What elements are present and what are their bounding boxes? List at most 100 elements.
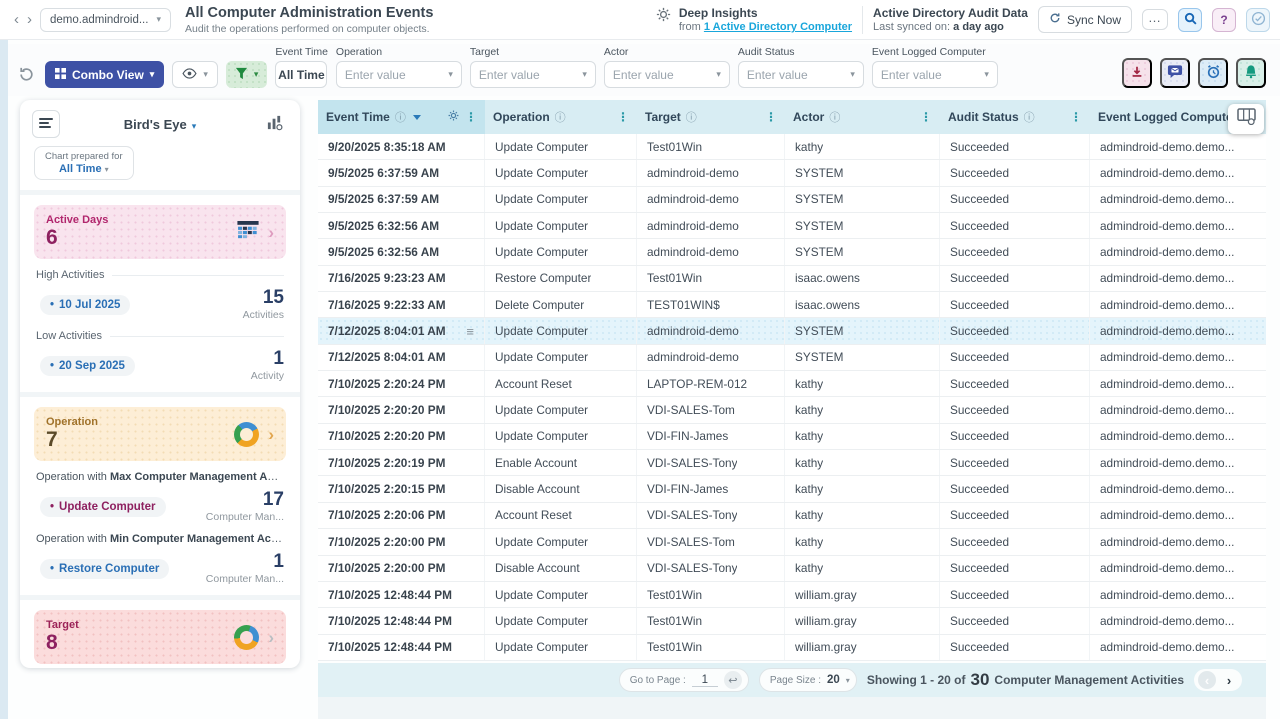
column-chooser-button[interactable] [1228,104,1264,134]
table-row[interactable]: 9/5/2025 6:32:56 AMUpdate Computeradmind… [318,213,1266,239]
alarm-clock-icon [1206,64,1221,82]
column-menu-icon[interactable]: ⋮ [765,110,777,124]
column-label: Event Time [326,110,390,124]
feedback-button[interactable] [1160,58,1190,88]
chart-list-button[interactable] [32,110,60,138]
active-days-card[interactable]: Active Days 6 › [34,205,286,259]
audit-status-filter-select[interactable]: Enter value ▾ [738,61,864,88]
high-activity-date-link[interactable]: • 10 Jul 2025 [40,295,130,315]
table-row[interactable]: 7/10/2025 2:20:20 PMUpdate ComputerVDI-F… [318,424,1266,450]
column-header-actor[interactable]: Actor ⓘ ⋮ [785,100,940,134]
table-row[interactable]: 7/10/2025 12:48:44 PMUpdate ComputerTest… [318,635,1266,661]
column-header-operation[interactable]: Operation ⓘ ⋮ [485,100,637,134]
events-grid: Event Time ⓘ ⋮ Operation ⓘ ⋮ Target ⓘ ⋮ … [318,100,1266,661]
placeholder: Enter value [881,68,942,82]
sync-now-button[interactable]: Sync Now [1038,6,1132,33]
max-operation-unit: Computer Man... [206,511,284,523]
column-menu-icon[interactable]: ⋮ [1070,110,1082,124]
table-cell: 7/10/2025 2:20:15 PM [318,476,485,501]
column-menu-icon[interactable]: ⋮ [920,110,932,124]
active-days-value: 6 [46,226,108,250]
table-cell: 7/10/2025 2:20:19 PM [318,450,485,475]
column-gear-icon[interactable] [447,109,460,125]
goto-page-submit-button[interactable]: ↩ [724,671,742,689]
column-header-event-time[interactable]: Event Time ⓘ ⋮ [318,100,485,134]
table-row[interactable]: 7/16/2025 9:22:33 AMDelete ComputerTEST0… [318,292,1266,318]
filter-button[interactable]: ▾ [226,61,268,88]
insights-sidebar: Bird's Eye▾ Chart prepared for All Time … [20,100,300,668]
table-row[interactable]: 7/10/2025 12:48:44 PMUpdate ComputerTest… [318,582,1266,608]
chevron-right-icon: › [268,426,274,443]
notification-bell-button[interactable] [1236,58,1266,88]
table-row[interactable]: 9/5/2025 6:32:56 AMUpdate Computeradmind… [318,239,1266,265]
more-options-button[interactable]: … [1142,9,1168,30]
table-row[interactable]: 7/10/2025 2:20:24 PMAccount ResetLAPTOP-… [318,371,1266,397]
nav-forward-button[interactable]: › [23,10,36,29]
filter-label: Event Logged Computer [872,46,998,58]
table-cell: kathy [785,476,940,501]
next-page-button[interactable]: › [1220,671,1238,689]
help-button[interactable]: ? [1212,8,1236,32]
bell-icon [1244,64,1258,82]
target-filter-select[interactable]: Enter value ▾ [470,61,596,88]
reset-history-button[interactable] [18,61,35,88]
table-row[interactable]: 9/5/2025 6:37:59 AMUpdate Computeradmind… [318,160,1266,186]
table-row[interactable]: 7/10/2025 2:20:15 PMDisable AccountVDI-F… [318,476,1266,502]
table-row[interactable]: 7/16/2025 9:23:23 AMRestore ComputerTest… [318,266,1266,292]
total-count: 30 [970,670,989,690]
table-row[interactable]: 7/12/2025 8:04:01 AMUpdate Computeradmin… [318,345,1266,371]
tenant-selector[interactable]: demo.admindroid... ▾ [40,8,171,32]
table-row[interactable]: 7/10/2025 12:48:44 PMUpdate ComputerTest… [318,608,1266,634]
low-activity-date-link[interactable]: • 20 Sep 2025 [40,356,135,376]
high-activity-count: 15 [243,288,284,307]
row-handle-icon[interactable]: ≡ [466,324,474,339]
filter-label: Event Time [275,46,328,58]
schedule-alert-button[interactable] [1198,58,1228,88]
table-cell: Update Computer [485,424,637,449]
column-header-target[interactable]: Target ⓘ ⋮ [637,100,785,134]
table-row[interactable]: 7/10/2025 2:20:20 PMUpdate ComputerVDI-S… [318,397,1266,423]
table-row[interactable]: 7/10/2025 2:20:00 PMDisable AccountVDI-S… [318,556,1266,582]
table-cell: Update Computer [485,582,637,607]
view-selector-button[interactable]: Combo View ▾ [45,61,164,88]
active-directory-computer-link[interactable]: 1 Active Directory Computer [704,21,852,33]
export-download-button[interactable] [1122,58,1152,88]
column-menu-icon[interactable]: ⋮ [465,110,477,124]
placeholder: Enter value [613,68,674,82]
low-activities-heading: Low Activities [36,330,284,342]
operation-filter-select[interactable]: Enter value ▾ [336,61,462,88]
table-cell: VDI-SALES-Tony [637,503,785,528]
table-cell: Succeeded [940,476,1090,501]
event-time-filter-button[interactable]: All Time [275,61,327,88]
page-size-control[interactable]: Page Size : 20 ▾ [759,668,857,692]
chevron-right-icon: › [268,629,274,646]
nav-back-button[interactable]: ‹ [10,10,23,29]
chart-settings-button[interactable] [260,110,288,138]
chart-view-selector[interactable]: Bird's Eye▾ [60,117,260,132]
table-cell: admindroid-demo.demo... [1090,345,1266,370]
search-button[interactable] [1178,8,1202,32]
table-row[interactable]: 7/12/2025 8:04:01 AM≡Update Computeradmi… [318,318,1266,344]
table-row[interactable]: 7/10/2025 2:20:06 PMAccount ResetVDI-SAL… [318,503,1266,529]
column-menu-icon[interactable]: ⋮ [617,110,629,124]
table-cell: Delete Computer [485,292,637,317]
target-card[interactable]: Target 8 › [34,610,286,664]
column-header-audit-status[interactable]: Audit Status ⓘ ⋮ [940,100,1090,134]
event-logged-computer-filter-select[interactable]: Enter value ▾ [872,61,998,88]
high-activities-heading: High Activities [36,269,284,281]
license-check-button[interactable] [1246,8,1270,32]
table-row[interactable]: 9/20/2025 8:35:18 AMUpdate ComputerTest0… [318,134,1266,160]
actor-filter-select[interactable]: Enter value ▾ [604,61,730,88]
table-cell: LAPTOP-REM-012 [637,371,785,396]
chart-prepared-selector[interactable]: Chart prepared for All Time ▾ [34,146,134,180]
table-row[interactable]: 9/5/2025 6:37:59 AMUpdate Computeradmind… [318,187,1266,213]
table-row[interactable]: 7/10/2025 2:20:19 PMEnable AccountVDI-SA… [318,450,1266,476]
visibility-button[interactable]: ▾ [172,61,218,88]
filter-label: Target [470,46,596,58]
min-operation-link[interactable]: • Restore Computer [40,559,169,579]
prev-page-button[interactable]: ‹ [1198,671,1216,689]
max-operation-link[interactable]: • Update Computer [40,497,166,517]
goto-page-input[interactable] [692,674,718,687]
operation-card[interactable]: Operation 7 › [34,407,286,461]
table-row[interactable]: 7/10/2025 2:20:00 PMUpdate ComputerVDI-S… [318,529,1266,555]
